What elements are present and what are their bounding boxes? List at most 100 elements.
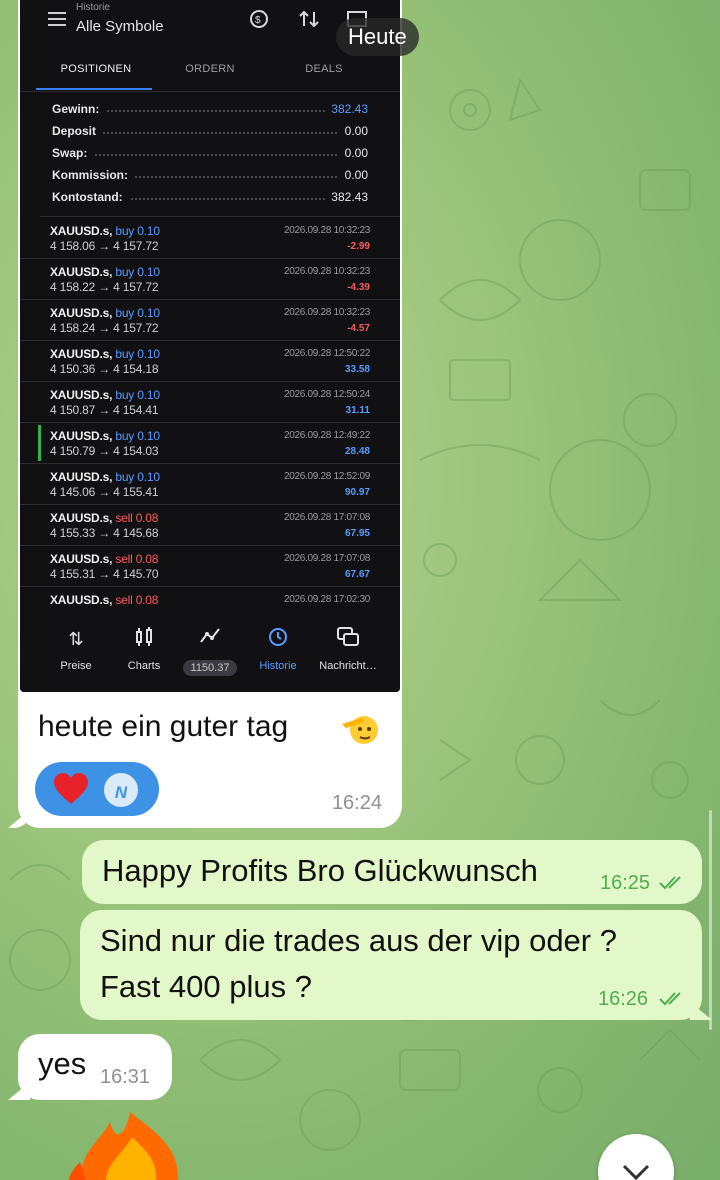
deal-symbol: XAUUSD.s, buy 0.10: [50, 388, 160, 402]
deal-profit: 31.11: [345, 405, 370, 416]
double-check-icon: [658, 990, 686, 1008]
nav-label: Preise: [60, 660, 92, 672]
hamburger-menu-icon: [48, 12, 66, 26]
summary-row: Gewinn: 382.43: [20, 98, 400, 120]
summary-row: Deposit 0.00: [20, 120, 400, 142]
deal-side: buy 0.10: [115, 470, 160, 484]
deal-time: 2026.09.28 17:07:08: [283, 512, 370, 523]
message-time: 16:26: [598, 988, 649, 1010]
summary-row: Swap: 0.00: [20, 142, 400, 164]
deal-side: buy 0.10: [115, 388, 160, 402]
summary-divider: [40, 216, 400, 217]
deal-profit: -4.39: [347, 282, 370, 293]
deal-row[interactable]: XAUUSD.s, buy 0.10 4 158.24 → 4 157.72 202…: [20, 300, 400, 341]
deal-profit: -4.57: [347, 323, 370, 334]
candlestick-icon: [106, 626, 182, 652]
summary-label: Gewinn:: [52, 102, 106, 116]
dot-leader: [52, 154, 368, 156]
message-text: yes: [38, 1046, 87, 1081]
deal-row[interactable]: XAUUSD.s, buy 0.10 4 158.22 → 4 157.72 202…: [20, 259, 400, 300]
deal-profit: 90.97: [344, 487, 370, 498]
deal-time: 2026.09.28 10:32:23: [283, 266, 370, 277]
deal-row[interactable]: XAUUSD.s, buy 0.10 4 150.79 → 4 154.03 202…: [20, 423, 400, 464]
deal-profit: 67.95: [344, 528, 370, 539]
deal-row[interactable]: XAUUSD.s, sell 0.08 4 155.31 → 4 145.70 20…: [20, 546, 400, 587]
deal-row[interactable]: XAUUSD.s, buy 0.10 4 150.36 → 4 154.18 202…: [20, 341, 400, 382]
deal-row[interactable]: XAUUSD.s, buy 0.10 4 145.06 → 4 155.41 202…: [20, 464, 400, 505]
scroll-down-button[interactable]: [598, 1134, 674, 1180]
deal-profit: -2.99: [347, 241, 370, 252]
mt-bottom-nav: ⇅ Preise Charts 1150.37 Historie Nachric…: [20, 618, 400, 692]
tab-divider: [20, 91, 400, 92]
arrows-updown-icon: ⇅: [68, 629, 84, 649]
deal-prices: 4 158.22 → 4 157.72: [50, 280, 159, 294]
deal-prices: 4 150.79 → 4 154.03: [50, 444, 159, 458]
deal-side: buy 0.10: [115, 224, 160, 238]
incoming-photo-message[interactable]: Historie Alle Symbole $ POSITIONEN ORDER…: [18, 0, 419, 828]
summary-label: Kommission:: [52, 168, 135, 182]
deal-prices: 4 145.06 → 4 155.41: [50, 485, 159, 499]
metatrader-screenshot[interactable]: Historie Alle Symbole $ POSITIONEN ORDER…: [20, 0, 400, 692]
summary-value: 0.00: [338, 168, 368, 182]
tab-deals: DEALS: [305, 63, 343, 75]
reaction-avatar: N: [101, 770, 141, 810]
account-summary: Gewinn: 382.43 Deposit 0.00 Swap: 0.00 Kommiss…: [20, 98, 400, 208]
deal-time: 2026.09.28 12:50:22: [283, 348, 370, 359]
deal-prices: 4 158.24 → 4 157.72: [50, 321, 159, 335]
deal-time: 2026.09.28 17:02:30: [283, 594, 370, 605]
mt-title: Alle Symbole: [76, 18, 164, 35]
deal-prices: 4 155.31 → 4 145.70: [50, 567, 159, 581]
deal-side: buy 0.10: [115, 347, 160, 361]
message-caption: heute ein guter tag: [38, 710, 289, 743]
deal-symbol: XAUUSD.s, buy 0.10: [50, 224, 160, 238]
messages-icon: [310, 626, 386, 652]
message-time: 16:31: [100, 1066, 151, 1088]
outgoing-message[interactable]: Happy Profits Bro Glückwunsch 16:25: [82, 840, 702, 904]
deal-row[interactable]: XAUUSD.s, sell 0.08 4 155.33 → 4 145.68 20…: [20, 505, 400, 546]
summary-label: Kontostand:: [52, 190, 129, 204]
outgoing-message[interactable]: Sind nur die trades aus der vip oder ? F…: [80, 910, 702, 1020]
nav-charts: Charts: [106, 626, 182, 672]
deal-side: buy 0.10: [115, 429, 160, 443]
deal-symbol: XAUUSD.s, buy 0.10: [50, 265, 160, 279]
deal-time: 2026.09.28 10:32:23: [283, 225, 370, 236]
summary-row: Kontostand: 382.43: [20, 186, 400, 208]
deal-prices: 4 158.06 → 4 157.72: [50, 239, 159, 253]
deal-profit: 28.48: [344, 446, 370, 457]
mt-breadcrumb: Historie: [76, 2, 110, 13]
history-icon: [240, 626, 316, 652]
trade-line-icon: [172, 626, 248, 652]
message-time: 16:25: [600, 872, 651, 894]
summary-value: 382.43: [325, 102, 368, 116]
deal-time: 2026.09.28 17:07:08: [283, 553, 370, 564]
deal-symbol: XAUUSD.s, sell 0.08: [50, 511, 159, 525]
deal-time: 2026.09.28 12:52:09: [283, 471, 370, 482]
nav-historie: Historie: [240, 626, 316, 672]
summary-value: 0.00: [338, 124, 368, 138]
deal-time: 2026.09.28 12:50:24: [283, 389, 370, 400]
scrollbar[interactable]: [709, 810, 712, 1030]
tab-ordern: ORDERN: [185, 63, 235, 75]
active-tab-indicator: [36, 88, 152, 90]
deal-side: buy 0.10: [115, 265, 160, 279]
summary-label: Swap:: [52, 146, 94, 160]
fire-emoji-icon: [60, 1112, 200, 1180]
tab-positionen: POSITIONEN: [60, 63, 132, 75]
summary-row: Kommission: 0.00: [20, 164, 400, 186]
summary-value: 382.43: [325, 190, 368, 204]
balance-badge: 1150.37: [182, 660, 238, 676]
svg-text:$: $: [255, 15, 261, 26]
summary-label: Deposit: [52, 124, 103, 138]
deal-row[interactable]: XAUUSD.s, buy 0.10 4 150.87 → 4 154.41 202…: [20, 382, 400, 423]
message-text-line1: Sind nur die trades aus der vip oder ?: [100, 923, 617, 958]
deal-time: 2026.09.28 10:32:23: [283, 307, 370, 318]
heart-reaction[interactable]: N: [35, 762, 159, 816]
deal-symbol: XAUUSD.s, buy 0.10: [50, 347, 160, 361]
incoming-message[interactable]: yes 16:31: [18, 1034, 172, 1100]
deal-time: 2026.09.28 12:49:22: [283, 430, 370, 441]
deal-symbol: XAUUSD.s, buy 0.10: [50, 429, 160, 443]
deal-side: buy 0.10: [115, 306, 160, 320]
deal-row[interactable]: XAUUSD.s, buy 0.10 4 158.06 → 4 157.72 202…: [20, 218, 400, 259]
nav-label: Historie: [259, 660, 297, 672]
sync-icon: $: [248, 8, 270, 35]
